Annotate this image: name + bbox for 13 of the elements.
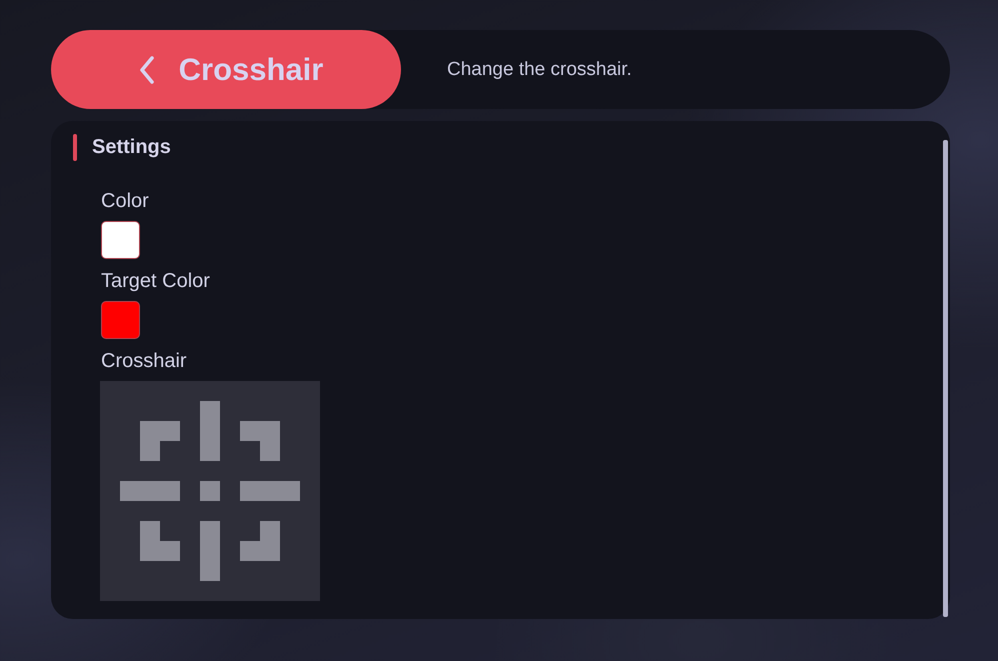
back-button[interactable]: Crosshair [51,30,401,109]
section-title: Settings [92,136,171,159]
section-marker [73,134,77,161]
color-swatch[interactable] [101,221,140,259]
setting-label: Color [101,189,149,214]
setting-label: Target Color [101,269,210,294]
crosshair-picker[interactable] [100,381,320,601]
color-swatch[interactable] [101,301,140,339]
description-text: Change the crosshair. [447,58,632,80]
scrollbar-thumb[interactable] [943,140,948,617]
chevron-left-icon [138,56,155,84]
crosshair-icon [120,401,300,581]
setting-label: Crosshair [101,349,187,374]
